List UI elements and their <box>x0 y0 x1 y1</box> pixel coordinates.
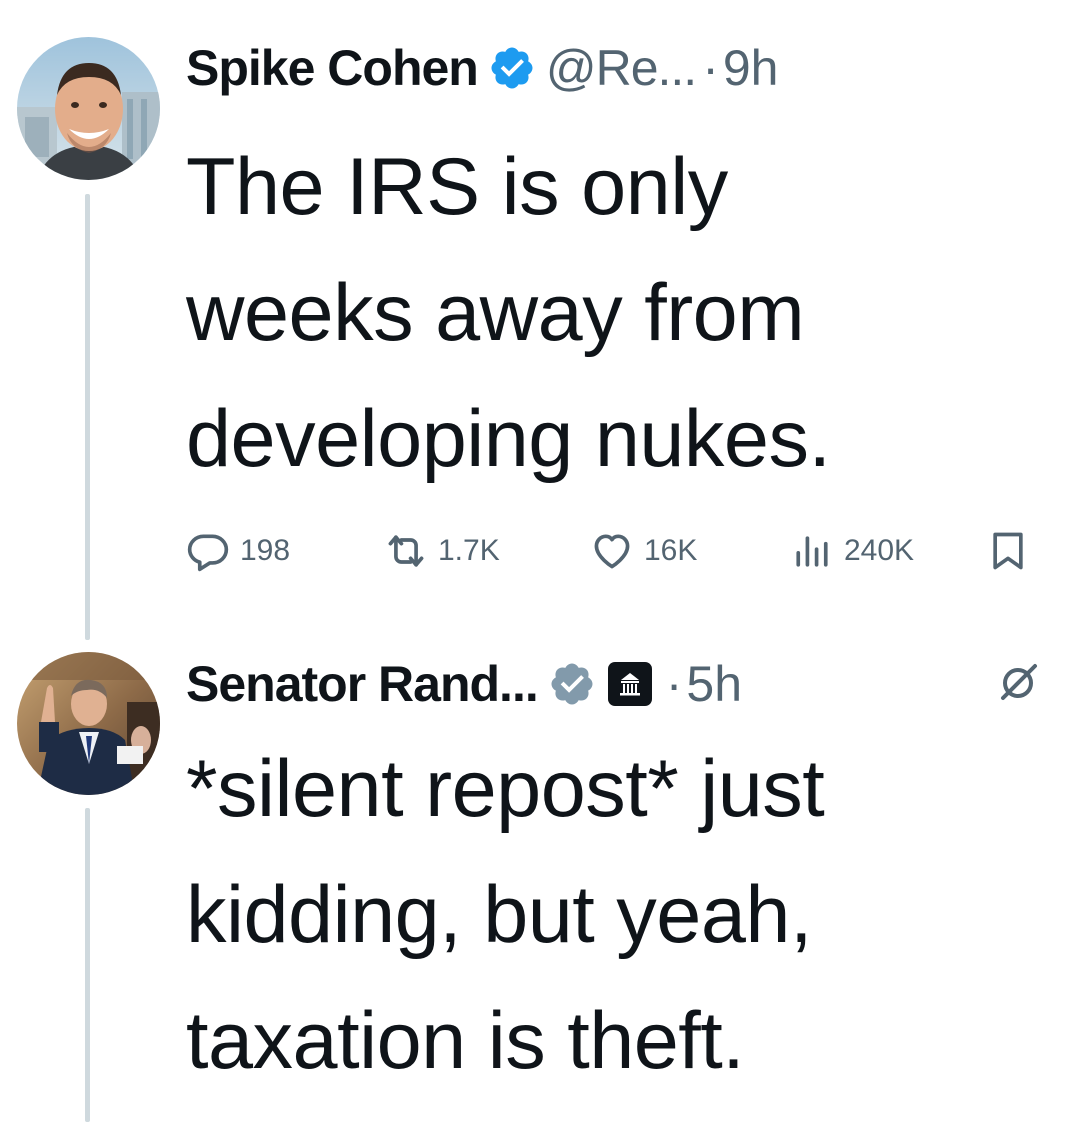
thread-line-2 <box>85 808 90 1122</box>
heart-icon <box>590 529 634 573</box>
tweet-header-1: Spike Cohen @Re... · 9h <box>186 36 778 100</box>
reply-button[interactable]: 198 <box>186 526 290 576</box>
tweet-line: taxation is theft. <box>186 996 745 1086</box>
views-icon <box>790 529 834 573</box>
reply-icon <box>186 529 230 573</box>
display-name[interactable]: Spike Cohen <box>186 43 479 93</box>
views-button[interactable]: 240K <box>790 526 914 576</box>
views-count: 240K <box>844 534 915 567</box>
bookmark-icon[interactable] <box>986 528 1030 574</box>
separator-dot: · <box>665 656 683 712</box>
tweet-line: weeks away from <box>186 268 805 358</box>
repost-button[interactable]: 1.7K <box>384 526 500 576</box>
timestamp[interactable]: 9h <box>723 43 779 93</box>
display-name[interactable]: Senator Rand... <box>186 659 539 709</box>
tweet-line: *silent repost* just <box>186 744 825 834</box>
like-count: 16K <box>644 534 698 567</box>
avatar-spike-cohen[interactable] <box>17 37 160 180</box>
tweet-text-1: The IRS is only weeks away from developi… <box>186 124 831 502</box>
verified-badge-blue-icon[interactable] <box>488 44 536 92</box>
thread-line-1 <box>85 194 90 640</box>
reply-count: 198 <box>240 534 291 567</box>
timestamp[interactable]: 5h <box>686 659 742 709</box>
tweet-actions: 198 1.7K 16K 240K <box>186 526 1036 576</box>
tweet-line: The IRS is only <box>186 142 728 232</box>
tweet-text-2: *silent repost* just kidding, but yeah, … <box>186 726 825 1104</box>
grok-icon[interactable] <box>995 658 1043 706</box>
separator-dot: · <box>702 40 719 96</box>
like-button[interactable]: 16K <box>590 526 697 576</box>
avatar-senator-rand[interactable] <box>17 652 160 795</box>
repost-count: 1.7K <box>438 534 500 567</box>
verified-badge-gray-icon[interactable] <box>548 660 596 708</box>
government-building-icon[interactable] <box>607 662 652 706</box>
tweet-line: developing nukes. <box>186 394 831 484</box>
tweet-header-2: Senator Rand... · 5h <box>186 652 742 716</box>
handle[interactable]: @Re... <box>546 43 697 93</box>
tweet-line: kidding, but yeah, <box>186 870 812 960</box>
repost-icon <box>384 529 428 573</box>
